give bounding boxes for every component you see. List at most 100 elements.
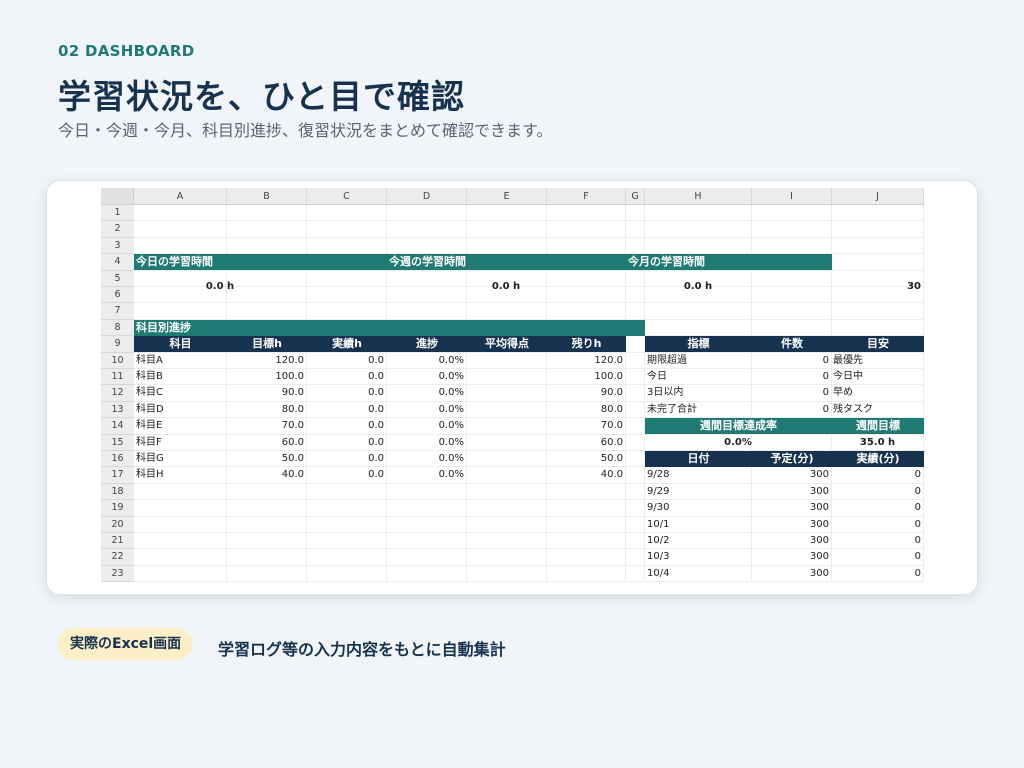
subject-average-score[interactable] bbox=[469, 435, 544, 451]
indicator-count[interactable]: 0 bbox=[754, 353, 829, 369]
daily-actual[interactable]: 0 bbox=[834, 549, 921, 565]
daily-date[interactable]: 9/29 bbox=[647, 484, 749, 500]
daily-plan[interactable]: 300 bbox=[754, 533, 829, 549]
indicator-guide[interactable]: 残タスク bbox=[833, 402, 920, 418]
subject-target[interactable]: 70.0 bbox=[229, 418, 304, 434]
subject-actual[interactable]: 0.0 bbox=[309, 451, 384, 467]
subject-progress[interactable]: 0.0% bbox=[389, 369, 464, 385]
subject-actual[interactable]: 0.0 bbox=[309, 418, 384, 434]
daily-actual[interactable]: 0 bbox=[834, 533, 921, 549]
subject-target[interactable]: 90.0 bbox=[229, 385, 304, 401]
column-header-j[interactable]: J bbox=[832, 188, 924, 205]
subject-target[interactable]: 50.0 bbox=[229, 451, 304, 467]
row-header-4[interactable]: 4 bbox=[101, 254, 134, 271]
subject-average-score[interactable] bbox=[469, 402, 544, 418]
indicator-name[interactable]: 3日以内 bbox=[647, 385, 749, 401]
subject-actual[interactable]: 0.0 bbox=[309, 402, 384, 418]
column-header-d[interactable]: D bbox=[387, 188, 467, 205]
subject-target[interactable]: 120.0 bbox=[229, 353, 304, 369]
indicator-name[interactable]: 期限超過 bbox=[647, 353, 749, 369]
subject-remaining[interactable]: 90.0 bbox=[549, 385, 623, 401]
subject-remaining[interactable]: 40.0 bbox=[549, 467, 623, 483]
daily-plan[interactable]: 300 bbox=[754, 467, 829, 483]
daily-date[interactable]: 9/30 bbox=[647, 500, 749, 516]
row-header-10[interactable]: 10 bbox=[101, 352, 134, 369]
subject-progress[interactable]: 0.0% bbox=[389, 467, 464, 483]
subject-progress[interactable]: 0.0% bbox=[389, 418, 464, 434]
daily-date[interactable]: 10/1 bbox=[647, 517, 749, 533]
subject-actual[interactable]: 0.0 bbox=[309, 435, 384, 451]
subject-remaining[interactable]: 60.0 bbox=[549, 435, 623, 451]
daily-actual[interactable]: 0 bbox=[834, 484, 921, 500]
column-header-f[interactable]: F bbox=[547, 188, 626, 205]
subject-actual[interactable]: 0.0 bbox=[309, 369, 384, 385]
row-header-16[interactable]: 16 bbox=[101, 451, 134, 468]
subject-average-score[interactable] bbox=[469, 418, 544, 434]
subject-average-score[interactable] bbox=[469, 369, 544, 385]
subject-name[interactable]: 科目H bbox=[136, 467, 224, 483]
row-header-6[interactable]: 6 bbox=[101, 287, 134, 304]
daily-actual[interactable]: 0 bbox=[834, 467, 921, 483]
indicator-name[interactable]: 今日 bbox=[647, 369, 749, 385]
daily-plan[interactable]: 300 bbox=[754, 484, 829, 500]
subject-actual[interactable]: 0.0 bbox=[309, 467, 384, 483]
subject-target[interactable]: 40.0 bbox=[229, 467, 304, 483]
row-header-2[interactable]: 2 bbox=[101, 221, 134, 238]
subject-progress[interactable]: 0.0% bbox=[389, 353, 464, 369]
subject-average-score[interactable] bbox=[469, 467, 544, 483]
subject-actual[interactable]: 0.0 bbox=[309, 353, 384, 369]
indicator-guide[interactable]: 早め bbox=[833, 385, 920, 401]
indicator-count[interactable]: 0 bbox=[754, 385, 829, 401]
daily-plan[interactable]: 300 bbox=[754, 566, 829, 582]
row-header-7[interactable]: 7 bbox=[101, 303, 134, 320]
subject-name[interactable]: 科目D bbox=[136, 402, 224, 418]
spreadsheet[interactable]: A B C D E F G H I J 1 2 3 4 5 6 7 8 9 10 11 12 13 14 15 16 17 18 19 2… bbox=[101, 188, 924, 586]
indicator-guide[interactable]: 最優先 bbox=[833, 353, 920, 369]
row-header-12[interactable]: 12 bbox=[101, 385, 134, 402]
indicator-count[interactable]: 0 bbox=[754, 402, 829, 418]
row-header-5[interactable]: 5 bbox=[101, 270, 134, 287]
row-header-14[interactable]: 14 bbox=[101, 418, 134, 435]
indicator-count[interactable]: 0 bbox=[754, 369, 829, 385]
column-header-c[interactable]: C bbox=[307, 188, 387, 205]
subject-target[interactable]: 60.0 bbox=[229, 435, 304, 451]
row-header-23[interactable]: 23 bbox=[101, 565, 134, 583]
row-header-18[interactable]: 18 bbox=[101, 483, 134, 501]
row-header-9[interactable]: 9 bbox=[101, 336, 134, 353]
subject-remaining[interactable]: 70.0 bbox=[549, 418, 623, 434]
indicator-guide[interactable]: 今日中 bbox=[833, 369, 920, 385]
daily-actual[interactable]: 0 bbox=[834, 566, 921, 582]
row-header-11[interactable]: 11 bbox=[101, 369, 134, 386]
subject-progress[interactable]: 0.0% bbox=[389, 385, 464, 401]
column-header-a[interactable]: A bbox=[134, 188, 227, 205]
column-header-e[interactable]: E bbox=[467, 188, 547, 205]
subject-progress[interactable]: 0.0% bbox=[389, 402, 464, 418]
subject-target[interactable]: 80.0 bbox=[229, 402, 304, 418]
subject-average-score[interactable] bbox=[469, 451, 544, 467]
daily-date[interactable]: 10/2 bbox=[647, 533, 749, 549]
column-header-g[interactable]: G bbox=[626, 188, 645, 205]
subject-name[interactable]: 科目F bbox=[136, 435, 224, 451]
subject-average-score[interactable] bbox=[469, 385, 544, 401]
row-header-8[interactable]: 8 bbox=[101, 319, 134, 337]
daily-plan[interactable]: 300 bbox=[754, 549, 829, 565]
daily-date[interactable]: 9/28 bbox=[647, 467, 749, 483]
subject-name[interactable]: 科目C bbox=[136, 385, 224, 401]
row-header-15[interactable]: 15 bbox=[101, 434, 134, 451]
select-all-corner[interactable] bbox=[101, 188, 134, 205]
subject-progress[interactable]: 0.0% bbox=[389, 451, 464, 467]
column-header-b[interactable]: B bbox=[227, 188, 307, 205]
row-header-13[interactable]: 13 bbox=[101, 401, 134, 419]
row-header-1[interactable]: 1 bbox=[101, 205, 134, 222]
daily-plan[interactable]: 300 bbox=[754, 500, 829, 516]
daily-date[interactable]: 10/3 bbox=[647, 549, 749, 565]
subject-remaining[interactable]: 50.0 bbox=[549, 451, 623, 467]
subject-name[interactable]: 科目A bbox=[136, 353, 224, 369]
row-header-22[interactable]: 22 bbox=[101, 549, 134, 566]
row-header-3[interactable]: 3 bbox=[101, 237, 134, 255]
column-header-i[interactable]: I bbox=[752, 188, 832, 205]
subject-actual[interactable]: 0.0 bbox=[309, 385, 384, 401]
daily-plan[interactable]: 300 bbox=[754, 517, 829, 533]
subject-name[interactable]: 科目B bbox=[136, 369, 224, 385]
subject-progress[interactable]: 0.0% bbox=[389, 435, 464, 451]
